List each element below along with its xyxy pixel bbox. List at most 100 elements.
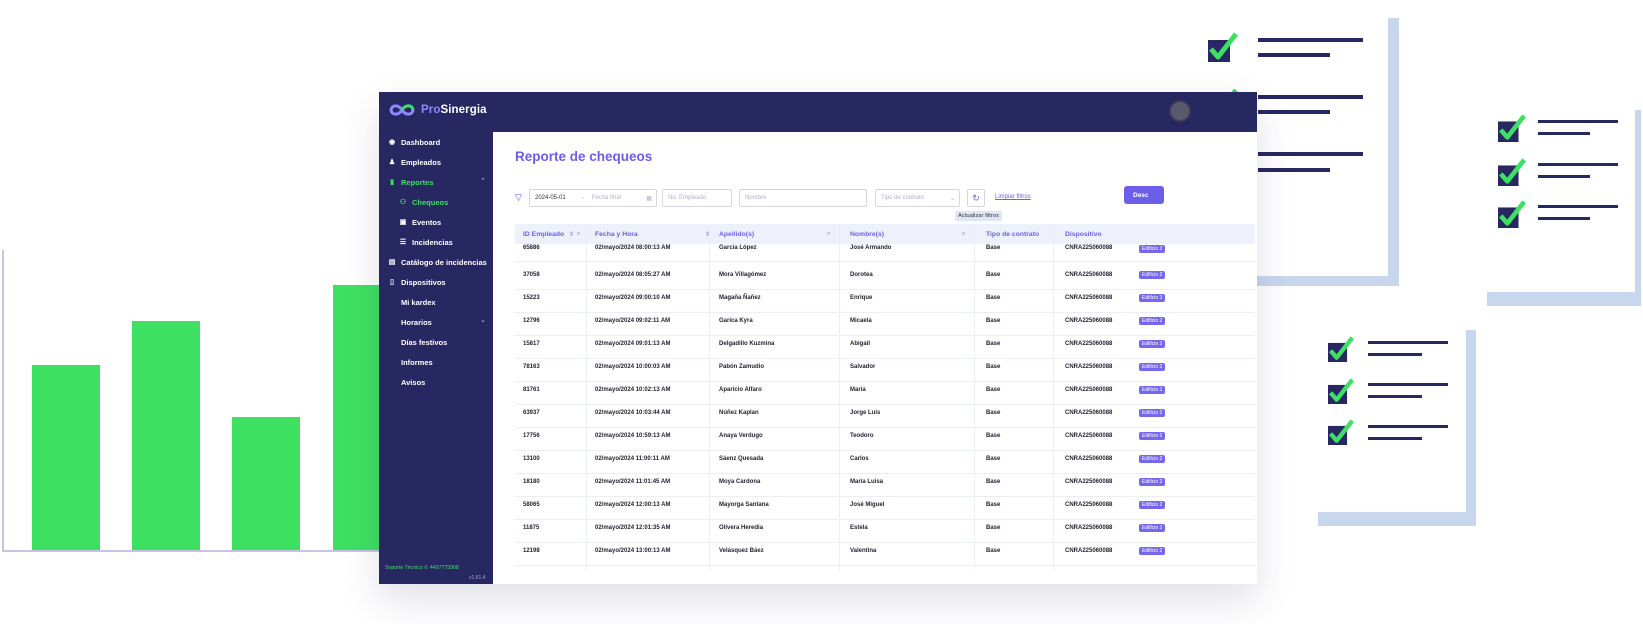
table-row[interactable]: 12198 02/mayo/2024 13:00:13 AM Velásquez B… — [515, 543, 1255, 566]
table-row[interactable]: 18180 02/mayo/2024 11:01:45 AM Moya Cardon… — [515, 474, 1255, 497]
column-header-contract[interactable]: Tipo de contrato — [986, 224, 1039, 244]
device-icon: ▯ — [390, 279, 394, 286]
table-row[interactable]: 81761 02/mayo/2024 10:02:13 AM Aparicio Al… — [515, 382, 1255, 405]
cell-datetime: 02/mayo/2024 10:02:13 AM — [595, 387, 671, 393]
kardex-icon — [388, 298, 396, 306]
building-badge: Edificio 2 — [1139, 432, 1166, 440]
table-row[interactable]: 65886 02/mayo/2024 08:00:13 AM García Lópe… — [515, 244, 1255, 262]
table-row[interactable]: 37058 02/mayo/2024 08:05:27 AM Mora Villag… — [515, 267, 1255, 290]
chevron-down-icon[interactable]: ⌄ — [480, 316, 486, 324]
checkbox-checked-icon — [1498, 114, 1526, 142]
table-row[interactable]: 11875 02/mayo/2024 12:01:35 AM Olivera Her… — [515, 520, 1255, 543]
column-header-id[interactable]: ID Empleado ⇕ ⌕ — [523, 224, 583, 244]
cell-device: CNRA225060088 — [1065, 387, 1113, 393]
cell-id: 15817 — [523, 341, 540, 347]
text-line — [1258, 168, 1330, 172]
sidebar-item-catalogo[interactable]: ▤ Catálogo de incidencias — [388, 255, 487, 269]
building-badge: Edificio 2 — [1139, 386, 1166, 394]
sidebar-item-dispositivos[interactable]: ▯ Dispositivos — [388, 275, 446, 289]
column-header-name[interactable]: Nombre(s) ⌕ — [850, 224, 970, 244]
text-line — [1538, 132, 1590, 135]
checkbox-checked-icon — [1498, 200, 1526, 228]
cell-contract: Base — [986, 272, 1001, 278]
report-icon: ▮ — [390, 179, 394, 186]
sidebar-item-chequeos[interactable]: ⚇ Chequeos — [399, 195, 448, 209]
cell-surname: Mayorga Santana — [719, 502, 769, 508]
sidebar-item-horarios[interactable]: Horarios — [388, 315, 432, 329]
search-icon[interactable]: ⌕ — [962, 231, 965, 238]
cell-contract: Base — [986, 502, 1001, 508]
sidebar-item-eventos[interactable]: ▣ Eventos — [399, 215, 442, 229]
column-header-surname[interactable]: Apellido(s) ⌕ — [719, 224, 839, 244]
info-icon — [388, 358, 396, 366]
download-button[interactable]: Desc — [1124, 186, 1164, 204]
end-date-placeholder[interactable]: Fecha final — [592, 195, 621, 201]
cell-name: Estela — [850, 525, 868, 531]
cell-contract: Base — [986, 364, 1001, 370]
text-line — [1538, 175, 1590, 178]
sidebar-item-reportes[interactable]: ▮ Reportes — [388, 175, 433, 189]
sort-icon[interactable]: ⇕ — [569, 231, 574, 238]
building-badge: Edificio 2 — [1139, 524, 1166, 532]
cell-name: Enrique — [850, 295, 873, 301]
support-contact[interactable]: Soporte Técnico ✆ 4497775908 — [385, 565, 459, 571]
start-date-value[interactable]: 2024-05-01 — [535, 195, 566, 201]
cell-name: José Armando — [850, 245, 892, 251]
column-header-datetime[interactable]: Fecha y Hora ⇕ — [595, 224, 715, 244]
building-badge: Edificio 2 — [1139, 340, 1166, 348]
notice-icon — [388, 378, 396, 386]
cell-name: Salvador — [850, 364, 876, 370]
table-row[interactable]: 15817 02/mayo/2024 09:01:13 AM Delgadillo … — [515, 336, 1255, 359]
sidebar-item-incidencias[interactable]: ☰ Incidencias — [399, 235, 453, 249]
cell-device: CNRA225060088 — [1065, 525, 1113, 531]
cell-contract: Base — [986, 341, 1001, 347]
table-row[interactable]: 13100 02/mayo/2024 11:00:11 AM Sáenz Quesa… — [515, 451, 1255, 474]
table-row[interactable]: 63937 02/mayo/2024 10:03:44 AM Núñez Kapla… — [515, 405, 1255, 428]
sidebar-item-informes[interactable]: Informes — [388, 355, 433, 369]
date-range-field[interactable]: 2024-05-01 → Fecha final ▦ — [529, 189, 657, 207]
cell-datetime: 02/mayo/2024 10:59:13 AM — [595, 433, 671, 439]
logo[interactable]: ProSinergia — [387, 102, 487, 118]
checklist-card — [1308, 316, 1466, 512]
cell-device: CNRA225060088 — [1065, 245, 1113, 251]
filter-icon[interactable]: ▽ — [515, 192, 525, 202]
cell-datetime: 02/mayo/2024 11:01:45 AM — [595, 479, 671, 485]
search-icon[interactable]: ⌕ — [577, 231, 580, 238]
calendar-icon: ▣ — [399, 219, 407, 226]
text-line — [1258, 38, 1363, 42]
column-header-device[interactable]: Dispositivo — [1065, 224, 1102, 244]
sidebar-item-empleados[interactable]: ♟ Empleados — [388, 155, 441, 169]
cell-id: 11875 — [523, 525, 540, 531]
clock-icon — [388, 318, 396, 326]
employee-number-input[interactable]: No. Empleado — [662, 189, 732, 207]
sidebar-item-dashboard[interactable]: ◉ Dashboard — [388, 135, 440, 149]
chevron-up-icon[interactable]: ⌃ — [480, 177, 486, 185]
refresh-filters-button[interactable]: ↻ — [967, 189, 985, 207]
cell-id: 12796 — [523, 318, 540, 324]
cell-datetime: 02/mayo/2024 08:00:13 AM — [595, 245, 671, 251]
user-avatar[interactable] — [1169, 100, 1191, 122]
cell-contract: Base — [986, 410, 1001, 416]
contract-type-select[interactable]: Tipo de contrato ⌄ — [875, 189, 960, 207]
table-row[interactable]: 17756 02/mayo/2024 10:59:13 AM Anaya Verdu… — [515, 428, 1255, 451]
cell-device: CNRA225060088 — [1065, 295, 1113, 301]
cell-id: 65886 — [523, 245, 540, 251]
app-version: v1.61.4 — [469, 575, 486, 581]
main-content: Reporte de chequeos ▽ 2024-05-01 → Fecha… — [493, 132, 1257, 584]
dashboard-icon: ◉ — [388, 139, 396, 146]
cell-surname: Anaya Verdugo — [719, 433, 763, 439]
name-input[interactable]: Nombre — [739, 189, 867, 207]
table-row[interactable]: 15223 02/mayo/2024 09:00:10 AM Magaña Ñañe… — [515, 290, 1255, 313]
clear-filters-link[interactable]: Limpiar filtros — [995, 194, 1031, 200]
sidebar-item-dias-festivos[interactable]: Días festivos — [388, 335, 447, 349]
cell-datetime: 02/mayo/2024 11:00:11 AM — [595, 456, 670, 462]
cell-name: Abigail — [850, 341, 871, 347]
table-row[interactable]: 58065 02/mayo/2024 12:00:13 AM Mayorga San… — [515, 497, 1255, 520]
cell-surname: García López — [719, 245, 757, 251]
sidebar-item-kardex[interactable]: Mi kardex — [388, 295, 436, 309]
search-icon[interactable]: ⌕ — [827, 231, 830, 238]
sidebar-item-avisos[interactable]: Avisos — [388, 375, 425, 389]
text-line — [1258, 53, 1330, 57]
table-row[interactable]: 12796 02/mayo/2024 09:02:11 AM Garica Kyra… — [515, 313, 1255, 336]
table-row[interactable]: 78163 02/mayo/2024 10:00:03 AM Pabón Zamud… — [515, 359, 1255, 382]
